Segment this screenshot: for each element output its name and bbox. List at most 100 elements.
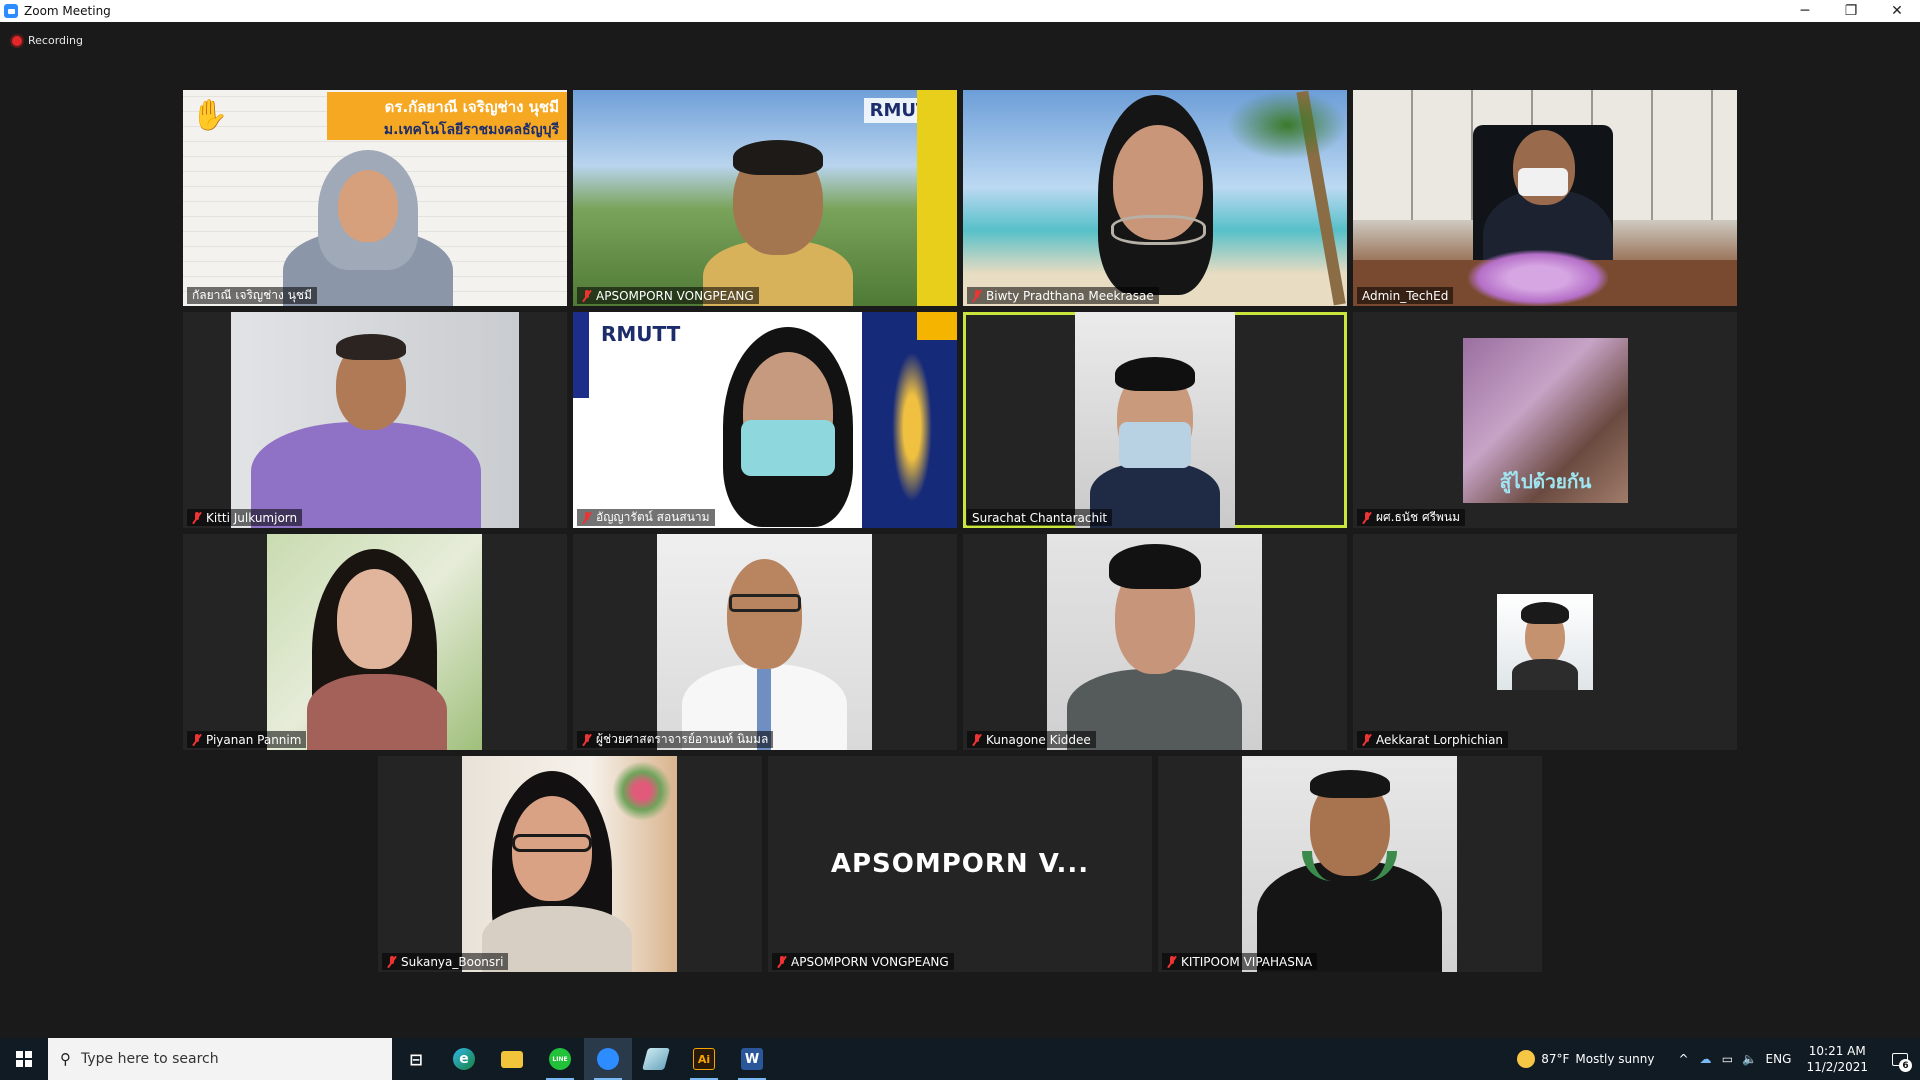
edge-icon: e [453, 1048, 475, 1070]
rmutt-logo: RMUTT [601, 322, 681, 346]
participant-video: RMUTT [573, 90, 957, 306]
network-icon[interactable]: ▭ [1716, 1052, 1738, 1066]
raised-hand-icon: ✋ [191, 98, 229, 133]
action-center-button[interactable]: 6 [1880, 1038, 1920, 1080]
mic-muted-icon [972, 733, 982, 746]
recording-indicator[interactable]: Recording [12, 34, 83, 47]
mic-muted-icon [972, 289, 982, 302]
notification-count-badge: 6 [1899, 1059, 1912, 1072]
participant-tile[interactable]: สู้ไปด้วยกัน ผศ.ธนัช ศรีพนม [1353, 312, 1737, 528]
mic-muted-icon [1362, 511, 1372, 524]
file-explorer-button[interactable] [488, 1038, 536, 1080]
show-hidden-icons-chevron[interactable]: ^ [1672, 1052, 1694, 1066]
close-button[interactable]: ✕ [1874, 0, 1920, 22]
restore-button[interactable]: ❐ [1828, 0, 1874, 22]
mic-muted-icon [192, 733, 202, 746]
participant-video-off-label: APSOMPORN V... [830, 849, 1090, 879]
word-button[interactable]: W [728, 1038, 776, 1080]
participant-tile[interactable]: Admin_TechEd [1353, 90, 1737, 306]
search-icon: ⚲ [60, 1050, 71, 1068]
participant-tile[interactable]: Kunagone Kiddee [963, 534, 1347, 750]
participant-tile[interactable]: RMUTT APSOMPORN VONGPEANG [573, 90, 957, 306]
line-button[interactable]: LINE [536, 1038, 584, 1080]
task-view-button[interactable]: ⊟ [392, 1038, 440, 1080]
participant-name-label: Surachat Chantarachit [967, 509, 1113, 526]
weather-condition: Mostly sunny [1575, 1052, 1655, 1066]
zoom-button[interactable] [584, 1038, 632, 1080]
onedrive-icon[interactable]: ☁ [1694, 1052, 1716, 1066]
participant-name-label: Kitti Julkumjorn [187, 509, 303, 526]
weather-temperature: 87°F [1541, 1052, 1570, 1066]
windows-logo-icon [16, 1051, 32, 1067]
taskbar-clock[interactable]: 10:21 AM 11/2/2021 [1806, 1043, 1868, 1075]
participant-name-label: Biwty Pradthana Meekrasae [967, 287, 1159, 304]
participant-video [657, 534, 872, 750]
participant-tile[interactable]: Sukanya_Boonsri [378, 756, 762, 972]
weather-widget[interactable]: 87°F Mostly sunny [1517, 1050, 1654, 1068]
participant-name-label: ผศ.ธนัช ศรีพนม [1357, 509, 1466, 526]
participant-video [963, 90, 1347, 306]
mic-muted-icon [582, 289, 592, 302]
system-tray: 87°F Mostly sunny ^ ☁ ▭ 🔈 ENG 10:21 AM 1… [1517, 1038, 1920, 1080]
mic-muted-icon [387, 955, 397, 968]
participant-video [231, 312, 519, 528]
participant-name-label: กัลยาณี เจริญช่าง นุชมี [187, 287, 317, 304]
mic-muted-icon [582, 733, 592, 746]
minimize-button[interactable]: ─ [1782, 0, 1828, 22]
participant-tile[interactable]: ดร.กัลยาณี เจริญช่าง นุชมี ม.เทคโนโลยีรา… [183, 90, 567, 306]
participant-name-label: KITIPOOM VIPAHASNA [1162, 953, 1318, 970]
participant-video: RMUTT [573, 312, 957, 528]
recording-dot-icon [12, 35, 22, 46]
participant-tile[interactable]: ผู้ช่วยศาสตราจารย์อานนท์ นิมมล [573, 534, 957, 750]
task-view-icon: ⊟ [409, 1049, 423, 1069]
mic-muted-icon [1167, 955, 1177, 968]
participant-name-label: ผู้ช่วยศาสตราจารย์อานนท์ นิมมล [577, 731, 774, 748]
start-button[interactable] [0, 1038, 48, 1080]
mic-muted-icon [582, 511, 592, 524]
clock-date: 11/2/2021 [1806, 1060, 1868, 1074]
participant-name-label: Sukanya_Boonsri [382, 953, 509, 970]
participant-video [267, 534, 482, 750]
word-icon: W [741, 1048, 763, 1070]
zoom-icon [597, 1048, 619, 1070]
language-indicator[interactable]: ENG [1760, 1052, 1796, 1066]
participant-tile-active-speaker[interactable]: Surachat Chantarachit [963, 312, 1347, 528]
participant-tile[interactable]: Piyanan Pannim [183, 534, 567, 750]
participant-video [1075, 312, 1235, 528]
edge-button[interactable]: e [440, 1038, 488, 1080]
participant-video [462, 756, 677, 972]
feather-app-button[interactable] [632, 1038, 680, 1080]
taskbar-search[interactable]: ⚲ [48, 1038, 392, 1080]
participant-video [1047, 534, 1262, 750]
participant-tile[interactable]: Kitti Julkumjorn [183, 312, 567, 528]
participant-name-label: APSOMPORN VONGPEANG [577, 287, 759, 304]
participant-name-label: APSOMPORN VONGPEANG [772, 953, 954, 970]
participant-name-label: Piyanan Pannim [187, 731, 307, 748]
mic-muted-icon [192, 511, 202, 524]
participant-tile[interactable]: KITIPOOM VIPAHASNA [1158, 756, 1542, 972]
participant-video [1353, 90, 1737, 306]
participant-name-label: Kunagone Kiddee [967, 731, 1096, 748]
feather-icon [642, 1048, 670, 1070]
clock-time: 10:21 AM [1808, 1044, 1866, 1058]
participant-avatar-image [1497, 594, 1593, 690]
participant-tile[interactable]: Biwty Pradthana Meekrasae [963, 90, 1347, 306]
zoom-app-icon [4, 4, 18, 18]
participant-tile[interactable]: Aekkarat Lorphichian [1353, 534, 1737, 750]
illustrator-button[interactable]: Ai [680, 1038, 728, 1080]
participant-name-label: อัญญารัตน์ สอนสนาม [577, 509, 715, 526]
line-icon: LINE [549, 1048, 571, 1070]
folder-icon [501, 1050, 523, 1068]
participant-tile[interactable]: RMUTT อัญญารัตน์ สอนสนาม [573, 312, 957, 528]
participant-tile-video-off[interactable]: APSOMPORN V... APSOMPORN VONGPEANG [768, 756, 1152, 972]
sunny-weather-icon [1517, 1050, 1536, 1068]
window-title: Zoom Meeting [24, 4, 111, 18]
mic-muted-icon [777, 955, 787, 968]
name-banner: ดร.กัลยาณี เจริญช่าง นุชมี ม.เทคโนโลยีรา… [327, 92, 567, 140]
participant-name-label: Admin_TechEd [1357, 287, 1454, 304]
search-input[interactable] [81, 1051, 361, 1067]
volume-icon[interactable]: 🔈 [1738, 1052, 1760, 1066]
windows-taskbar: ⚲ ⊟ e LINE Ai W 87°F Mostly sunny ^ ☁ ▭ … [0, 1038, 1920, 1080]
participant-video: ดร.กัลยาณี เจริญช่าง นุชมี ม.เทคโนโลยีรา… [183, 90, 567, 306]
window-titlebar: Zoom Meeting ─ ❐ ✕ [0, 0, 1920, 22]
